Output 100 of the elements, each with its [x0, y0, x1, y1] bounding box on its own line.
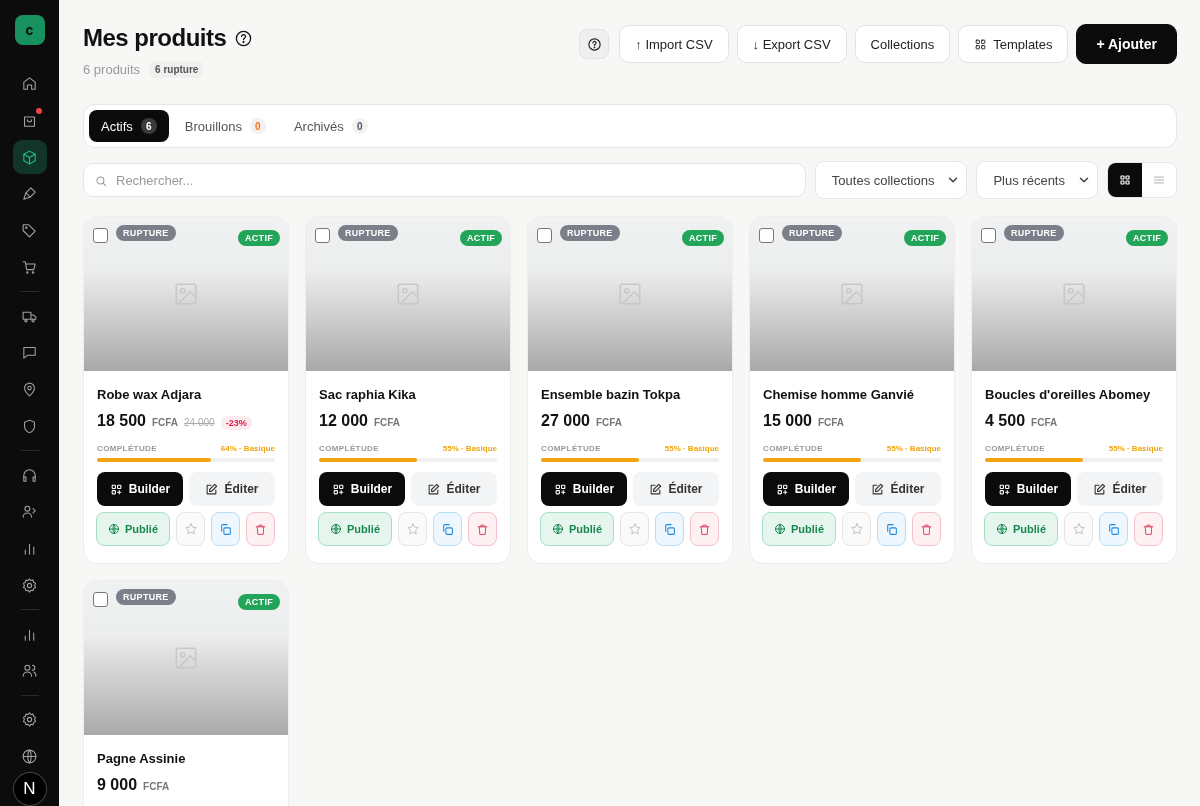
product-name: Boucles d'oreilles Abomey — [985, 387, 1152, 402]
product-card[interactable]: RUPTURE ACTIF Pagne Assinie 9 000 FCFA — [83, 580, 289, 806]
edit-button[interactable]: Éditer — [1077, 472, 1163, 506]
duplicate-button[interactable] — [655, 512, 684, 546]
duplicate-button[interactable] — [877, 512, 906, 546]
published-button[interactable]: Publié — [984, 512, 1058, 546]
tab[interactable]: Brouillons 0 — [172, 110, 278, 142]
logo[interactable]: c — [14, 15, 45, 45]
edit-icon — [1093, 482, 1107, 496]
tab-count: 0 — [249, 118, 266, 134]
trash-icon — [1142, 522, 1155, 536]
qr-code-icon — [331, 482, 345, 496]
product-card[interactable]: RUPTURE ACTIF Boucles d'oreilles Abomey 4 500 FCFA COMPLÉTUDE 55% · Basique Builder Éditer Publié — [971, 216, 1177, 564]
user-avatar[interactable]: N — [12, 772, 47, 806]
completeness-label: COMPLÉTUDE — [541, 444, 601, 453]
star-icon — [849, 522, 864, 536]
completeness-label: COMPLÉTUDE — [319, 444, 379, 453]
completeness-label: COMPLÉTUDE — [985, 444, 1045, 453]
price: 27 000 — [541, 412, 590, 430]
edit-icon — [205, 482, 219, 496]
help-icon — [234, 28, 254, 48]
edit-button[interactable]: Éditer — [189, 472, 275, 506]
list-icon — [1152, 173, 1166, 187]
stock-badge: RUPTURE — [116, 225, 176, 241]
tab[interactable]: Actifs 6 — [89, 110, 169, 142]
grid-icon — [974, 37, 988, 51]
users-icon — [21, 662, 38, 680]
tab-count: 0 — [351, 118, 368, 134]
shield-icon — [21, 417, 38, 435]
product-card[interactable]: RUPTURE ACTIF Robe wax Adjara 18 500 FCFA 24 000 -23% COMPLÉTUDE 64% · Basique Builder Éditer Publié — [83, 216, 289, 564]
header-button[interactable]: ↑ Import CSV — [619, 25, 729, 63]
stock-badge: RUPTURE — [116, 589, 176, 605]
search-field[interactable]: Rechercher... — [83, 163, 806, 197]
grid-icon — [1119, 174, 1131, 186]
status-badge: ACTIF — [238, 230, 280, 246]
delete-button[interactable] — [912, 512, 941, 546]
builder-button[interactable]: Builder — [319, 472, 405, 506]
delete-button[interactable] — [246, 512, 275, 546]
product-card[interactable]: RUPTURE ACTIF Chemise homme Ganvié 15 000 FCFA COMPLÉTUDE 55% · Basique Builder Éditer Publié — [749, 216, 955, 564]
checkbox[interactable] — [537, 228, 552, 243]
currency: FCFA — [151, 417, 179, 428]
image-icon — [1061, 281, 1087, 307]
edit-button[interactable]: Éditer — [411, 472, 497, 506]
delete-button[interactable] — [690, 512, 719, 546]
globe-icon — [21, 747, 38, 765]
completeness-value: 55% · Basique — [1108, 444, 1163, 453]
completeness-value: 64% · Basique — [220, 444, 275, 453]
checkbox[interactable] — [93, 228, 108, 243]
users-icon — [21, 503, 38, 521]
header-button[interactable]: Templates — [958, 25, 1069, 63]
checkbox[interactable] — [759, 228, 774, 243]
builder-button[interactable]: Builder — [97, 472, 183, 506]
builder-button[interactable]: Builder — [985, 472, 1071, 506]
checkbox[interactable] — [981, 228, 996, 243]
duplicate-button[interactable] — [1099, 512, 1128, 546]
star-icon — [627, 522, 642, 536]
stock-badge: RUPTURE — [782, 225, 842, 241]
tab[interactable]: Archivés 0 — [281, 110, 380, 142]
collection-select[interactable]: Toutes collections — [814, 161, 968, 199]
edit-button[interactable]: Éditer — [855, 472, 941, 506]
duplicate-button[interactable] — [211, 512, 240, 546]
price: 12 000 — [319, 412, 368, 430]
image-icon — [173, 645, 199, 671]
currency: FCFA — [595, 417, 623, 428]
qr-code-icon — [997, 482, 1011, 496]
page-title: Mes produits — [83, 24, 227, 52]
header-button[interactable]: ↓ Export CSV — [736, 25, 847, 63]
product-card[interactable]: RUPTURE ACTIF Ensemble bazin Tokpa 27 000 FCFA COMPLÉTUDE 55% · Basique Builder Éditer Publié — [527, 216, 733, 564]
globe-icon — [108, 523, 120, 535]
sort-select[interactable]: Plus récents — [976, 161, 1098, 199]
checkbox[interactable] — [315, 228, 330, 243]
duplicate-button[interactable] — [433, 512, 462, 546]
help-button[interactable] — [579, 29, 610, 59]
published-button[interactable]: Publié — [96, 512, 170, 546]
product-card[interactable]: RUPTURE ACTIF Sac raphia Kika 12 000 FCFA COMPLÉTUDE 55% · Basique Builder Éditer Publié — [305, 216, 511, 564]
edit-button[interactable]: Éditer — [633, 472, 719, 506]
cart-icon — [21, 258, 38, 276]
copy-icon — [219, 522, 232, 536]
product-name: Chemise homme Ganvié — [763, 387, 915, 402]
header-button[interactable]: Collections — [854, 25, 951, 63]
grid-view-button[interactable] — [1108, 163, 1142, 197]
status-badge: ACTIF — [238, 594, 280, 610]
delete-button[interactable] — [468, 512, 497, 546]
add-button[interactable]: + Ajouter — [1076, 24, 1177, 64]
star-icon — [183, 522, 198, 536]
sidebar-item[interactable] — [12, 140, 47, 175]
published-button[interactable]: Publié — [540, 512, 614, 546]
globe-icon — [552, 523, 564, 535]
discount-badge: -23% — [220, 416, 252, 430]
trash-icon — [920, 522, 933, 536]
delete-button[interactable] — [1134, 512, 1163, 546]
currency: FCFA — [143, 781, 170, 792]
builder-button[interactable]: Builder — [541, 472, 627, 506]
checkbox[interactable] — [93, 592, 108, 607]
published-button[interactable]: Publié — [318, 512, 392, 546]
stock-badge: 6 rupture — [150, 61, 204, 78]
published-button[interactable]: Publié — [762, 512, 836, 546]
builder-button[interactable]: Builder — [763, 472, 849, 506]
completeness-value: 55% · Basique — [442, 444, 497, 453]
home-icon — [21, 75, 38, 93]
